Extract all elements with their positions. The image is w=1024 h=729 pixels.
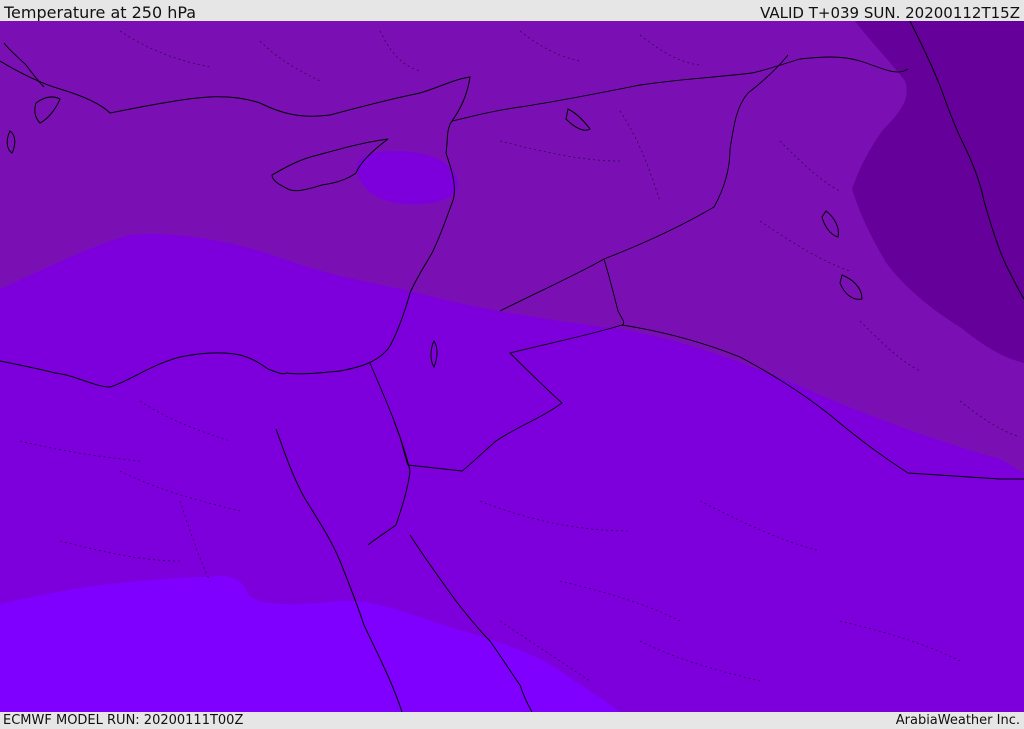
footer-bar: ECMWF MODEL RUN: 20200111T00Z ArabiaWeat… [0,712,1024,729]
header-bar: Temperature at 250 hPa VALID T+039 SUN. … [0,0,1024,22]
temperature-map [0,21,1024,712]
map-page: Temperature at 250 hPa VALID T+039 SUN. … [0,0,1024,729]
provider-label: ArabiaWeather Inc. [895,713,1020,728]
valid-time-label: VALID T+039 SUN. 20200112T15Z [760,4,1020,22]
model-run-label: ECMWF MODEL RUN: 20200111T00Z [3,713,244,728]
map-title: Temperature at 250 hPa [4,3,197,22]
map-canvas [0,21,1024,712]
